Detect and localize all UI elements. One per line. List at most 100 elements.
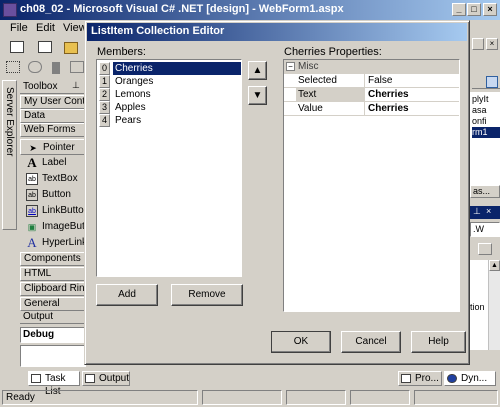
toolbox-tab-clipboard-ring[interactable]: Clipboard Ring bbox=[20, 282, 86, 296]
member-item-apples[interactable]: 3 Apples bbox=[99, 101, 241, 114]
tab-output[interactable]: Output bbox=[82, 371, 130, 386]
open-folder-icon[interactable] bbox=[64, 42, 78, 54]
scrollbar[interactable]: ▲ bbox=[488, 260, 500, 350]
properties-toolbar-icon[interactable] bbox=[478, 243, 492, 255]
ok-button[interactable]: OK bbox=[271, 331, 331, 353]
member-label: Apples bbox=[115, 102, 146, 113]
menu-edit[interactable]: Edit bbox=[36, 22, 55, 34]
members-listbox[interactable]: 0 Cherries 1 Oranges 2 Lemons 3 Apples 4… bbox=[96, 59, 242, 277]
properties-object-dropdown[interactable]: .W bbox=[470, 222, 500, 237]
property-category-misc[interactable]: − Misc bbox=[284, 60, 459, 74]
property-value[interactable]: Cherries bbox=[366, 102, 409, 116]
add-button[interactable]: Add bbox=[96, 284, 158, 306]
member-index: 3 bbox=[99, 101, 110, 114]
toolbox-title: Toolbox bbox=[23, 81, 58, 92]
property-row-value[interactable]: Value Cherries bbox=[284, 102, 459, 116]
member-item-oranges[interactable]: 1 Oranges bbox=[99, 75, 241, 88]
listitem-collection-editor-dialog: ListItem Collection Editor Members: 0 Ch… bbox=[84, 20, 470, 365]
category-name: Misc bbox=[298, 61, 319, 72]
status-pane-2 bbox=[202, 390, 282, 405]
close-doc-icon[interactable]: × bbox=[486, 38, 498, 50]
align-icon[interactable] bbox=[70, 61, 84, 73]
move-up-button[interactable]: ▲ bbox=[248, 61, 267, 80]
move-down-button[interactable]: ▼ bbox=[248, 86, 267, 105]
cancel-button[interactable]: Cancel bbox=[341, 331, 401, 353]
tree-node-fragment: onfi bbox=[472, 116, 487, 126]
output-text-area[interactable] bbox=[20, 345, 86, 367]
toolbox-item-textbox[interactable]: ab TextBox bbox=[20, 171, 86, 187]
minimize-icon[interactable]: _ bbox=[452, 3, 466, 16]
property-grid[interactable]: − Misc Selected False Text Cherries Valu… bbox=[283, 59, 460, 312]
toolbox-item-label: Label bbox=[42, 157, 67, 168]
solution-explorer-tree: plyIt asa onfi rm1 bbox=[470, 92, 500, 192]
toolbox-item-imagebutton[interactable]: ▣ ImageButton bbox=[20, 219, 86, 235]
help-button[interactable]: Help bbox=[411, 331, 466, 353]
toolbox-item-pointer[interactable]: ➤ Pointer bbox=[20, 139, 86, 155]
toolbox-tab-data[interactable]: Data bbox=[20, 109, 86, 123]
member-label: Oranges bbox=[115, 76, 154, 87]
server-explorer-label: Server Explorer bbox=[4, 87, 15, 157]
tab-label: Dyn... bbox=[461, 373, 488, 384]
member-item-lemons[interactable]: 2 Lemons bbox=[99, 88, 241, 101]
main-window-title: ch08_02 - Microsoft Visual C# .NET [desi… bbox=[20, 3, 344, 15]
member-index: 2 bbox=[99, 88, 110, 101]
member-index: 4 bbox=[99, 114, 110, 127]
scroll-up-icon[interactable]: ▲ bbox=[489, 260, 500, 271]
task-list-icon bbox=[31, 374, 41, 383]
bottom-tab-bar: Task List Output Pro... Dyn... bbox=[0, 370, 500, 397]
layout-toolbar bbox=[0, 57, 90, 77]
linkbutton-icon: ab bbox=[26, 205, 38, 217]
pin-icon[interactable]: ⊥ bbox=[72, 80, 80, 91]
properties-icon bbox=[401, 374, 411, 383]
property-row-text[interactable]: Text Cherries bbox=[284, 88, 459, 102]
toolbox-header: Toolbox ⊥ bbox=[20, 80, 86, 94]
toolbox-item-button[interactable]: ab Button bbox=[20, 187, 86, 203]
toolbox-tab-general[interactable]: General bbox=[20, 297, 86, 311]
snap-icon[interactable] bbox=[28, 61, 42, 73]
close-icon[interactable]: × bbox=[486, 206, 491, 216]
collapse-icon[interactable]: − bbox=[286, 62, 295, 71]
toolbox-item-linkbutton[interactable]: ab LinkButton bbox=[20, 203, 86, 219]
add-item-icon[interactable] bbox=[38, 41, 52, 53]
member-index: 0 bbox=[99, 62, 110, 75]
server-explorer-tab[interactable]: Server Explorer bbox=[2, 80, 17, 230]
pointer-icon: ➤ bbox=[29, 143, 37, 153]
pin-icon[interactable]: ⊥ bbox=[473, 206, 481, 217]
property-value[interactable]: Cherries bbox=[366, 88, 409, 102]
toolbox-item-label-control[interactable]: A Label bbox=[20, 155, 86, 171]
member-item-cherries[interactable]: 0 Cherries bbox=[99, 62, 241, 75]
tab-properties[interactable]: Pro... bbox=[398, 371, 442, 386]
toolbox-item-label: ImageButton bbox=[42, 221, 86, 232]
properties-icon[interactable] bbox=[486, 76, 498, 88]
toolbox-item-label: TextBox bbox=[42, 173, 78, 184]
toolbox-tab-components[interactable]: Components bbox=[20, 252, 86, 266]
tab-dynamic-help[interactable]: Dyn... bbox=[444, 371, 496, 386]
toolbox-item-label: Pointer bbox=[43, 142, 75, 153]
toolbox-item-label: LinkButton bbox=[42, 205, 86, 216]
property-row-selected[interactable]: Selected False bbox=[284, 74, 459, 88]
property-value[interactable]: False bbox=[366, 74, 392, 88]
output-pane-dropdown[interactable]: Debug bbox=[20, 327, 86, 343]
restore-doc-icon[interactable] bbox=[472, 38, 484, 50]
toolbox-tab-html[interactable]: HTML bbox=[20, 267, 86, 281]
maximize-icon[interactable]: □ bbox=[467, 3, 481, 16]
output-icon bbox=[85, 374, 95, 383]
toolbox-tab-web-forms[interactable]: Web Forms bbox=[20, 123, 86, 137]
output-panel: Output Debug bbox=[20, 310, 86, 368]
dialog-title: ListItem Collection Editor bbox=[91, 25, 225, 37]
member-label: Lemons bbox=[115, 89, 151, 100]
grid-icon[interactable] bbox=[6, 61, 20, 73]
member-item-pears[interactable]: 4 Pears bbox=[99, 114, 241, 127]
status-pane-5 bbox=[414, 390, 498, 405]
close-icon[interactable]: × bbox=[483, 3, 497, 16]
menu-file[interactable]: File bbox=[10, 22, 28, 34]
status-pane-4 bbox=[350, 390, 410, 405]
toolbox-tab-my-user-controls[interactable]: My User Controls bbox=[20, 95, 86, 109]
tab-task-list[interactable]: Task List bbox=[28, 371, 80, 397]
lock-icon[interactable] bbox=[52, 62, 60, 74]
solution-panel-button[interactable]: as... bbox=[470, 185, 500, 198]
members-label: Members: bbox=[97, 46, 146, 58]
remove-button[interactable]: Remove bbox=[171, 284, 243, 306]
toolbox-item-hyperlink[interactable]: A HyperLink bbox=[20, 235, 86, 251]
new-project-icon[interactable] bbox=[10, 41, 24, 53]
